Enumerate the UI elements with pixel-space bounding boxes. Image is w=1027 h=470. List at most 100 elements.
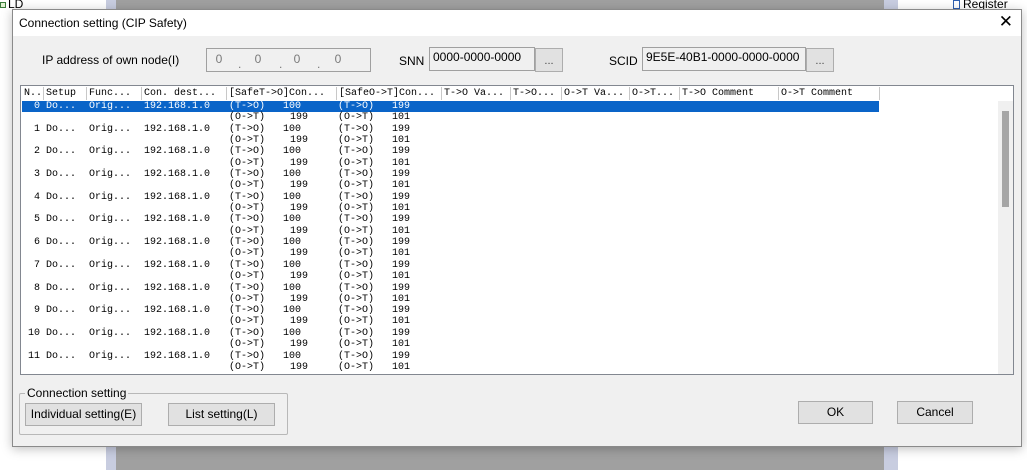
snn-label: SNN xyxy=(399,54,425,68)
snn-browse-button[interactable]: ... xyxy=(535,48,563,72)
table-row[interactable]: 7 Do... Orig... 192.168.1.0 (T->O) 100 (O->T) 1… xyxy=(22,260,1000,283)
cell-dest: 192.168.1.0 xyxy=(144,123,211,135)
cell-dest: 192.168.1.0 xyxy=(144,191,211,203)
cell-b1v: 199 xyxy=(392,282,411,294)
cell-b2v: 101 xyxy=(392,339,411,351)
cell-dest: 192.168.1.0 xyxy=(144,101,211,112)
scid-browse-button[interactable]: ... xyxy=(806,48,834,72)
cell-dest: 192.168.1.0 xyxy=(144,327,211,339)
cell-dest: 192.168.1.0 xyxy=(144,282,211,294)
column-header[interactable]: T->O Va... xyxy=(442,87,511,100)
close-icon[interactable]: ✕ xyxy=(999,12,1013,32)
ip-address-input[interactable]: 0 . 0 . 0 . 0 xyxy=(206,48,371,72)
cell-no: 2 xyxy=(33,146,40,158)
table-row[interactable]: 9 Do... Orig... 192.168.1.0 (T->O) 100 (O->T) 1… xyxy=(22,305,1000,328)
cell-a2: (O->T) xyxy=(229,316,266,328)
cancel-button[interactable]: Cancel xyxy=(897,401,973,424)
cell-no: 7 xyxy=(33,259,40,271)
ip-octet-3[interactable]: 0 xyxy=(287,52,307,66)
cell-b1: (T->O) xyxy=(338,305,375,317)
list-rows[interactable]: 0 Do... Orig... 192.168.1.0 (T->O) 100 (O->T) 1… xyxy=(22,101,1000,374)
table-row[interactable]: 4 Do... Orig... 192.168.1.0 (T->O) 100 (O->T) 1… xyxy=(22,192,1000,215)
cell-a1: (T->O) xyxy=(229,305,266,317)
cell-a1: (T->O) xyxy=(229,237,266,249)
cell-a1v: 100 xyxy=(283,259,302,271)
column-header[interactable]: [SafeT->O]Con... xyxy=(227,87,337,100)
column-header[interactable]: [SafeO->T]Con... xyxy=(337,87,442,100)
cell-b2: (O->T) xyxy=(338,339,375,351)
cell-no: 3 xyxy=(33,169,40,181)
vertical-scrollbar[interactable] xyxy=(998,101,1013,374)
table-row[interactable]: 10 Do... Orig... 192.168.1.0 (T->O) 100 (O->T)… xyxy=(22,328,1000,351)
table-row[interactable]: 3 Do... Orig... 192.168.1.0 (T->O) 100 (O->T) 1… xyxy=(22,169,1000,192)
cell-setup: Do... xyxy=(46,146,77,158)
cell-a2v: 199 xyxy=(290,248,309,260)
scrollbar-thumb[interactable] xyxy=(1002,111,1009,207)
list-header: N.. Setup Func... Con. dest... [SafeT->O]Con… xyxy=(22,87,1013,100)
cell-func: Orig... xyxy=(89,214,132,226)
cell-b2: (O->T) xyxy=(338,271,375,283)
column-header[interactable]: Func... xyxy=(87,87,142,100)
list-setting-button[interactable]: List setting(L) xyxy=(168,403,275,426)
cell-no: 9 xyxy=(33,305,40,317)
table-row[interactable]: 2 Do... Orig... 192.168.1.0 (T->O) 100 (O->T) 1… xyxy=(22,146,1000,169)
cell-setup: Do... xyxy=(46,191,77,203)
ld-node-icon xyxy=(0,2,6,8)
table-row[interactable]: 5 Do... Orig... 192.168.1.0 (T->O) 100 (O->T) 1… xyxy=(22,214,1000,237)
cell-no: 8 xyxy=(33,282,40,294)
cell-b2: (O->T) xyxy=(338,225,375,237)
column-header[interactable]: T->O Comment xyxy=(680,87,779,100)
column-header[interactable]: Con. dest... xyxy=(142,87,227,100)
cell-a2: (O->T) xyxy=(229,225,266,237)
cell-b2v: 101 xyxy=(392,225,411,237)
cell-b2v: 101 xyxy=(392,361,411,373)
dialog-titlebar[interactable]: Connection setting (CIP Safety) ✕ xyxy=(13,10,1021,36)
cell-func: Orig... xyxy=(89,101,132,112)
ok-button[interactable]: OK xyxy=(798,401,873,424)
column-header[interactable]: O->T Comment xyxy=(779,87,880,100)
cell-setup: Do... xyxy=(46,101,77,112)
table-row[interactable]: 11 Do... Orig... 192.168.1.0 (T->O) 100 (O->T)… xyxy=(22,351,1000,374)
cell-a2: (O->T) xyxy=(229,293,266,305)
cell-a2v: 199 xyxy=(290,271,309,283)
ip-octet-2[interactable]: 0 xyxy=(248,52,268,66)
cell-func: Orig... xyxy=(89,169,132,181)
ip-address-label: IP address of own node(I) xyxy=(42,53,180,67)
cell-b1: (T->O) xyxy=(338,350,375,362)
cell-func: Orig... xyxy=(89,191,132,203)
ip-octet-1[interactable]: 0 xyxy=(209,52,229,66)
connection-list[interactable]: N.. Setup Func... Con. dest... [SafeT->O]Con… xyxy=(20,85,1014,375)
column-header[interactable]: Setup xyxy=(44,87,87,100)
ip-octet-4[interactable]: 0 xyxy=(328,52,348,66)
cell-b2v: 101 xyxy=(392,112,411,124)
ip-dot: . xyxy=(317,57,321,71)
cell-a2v: 199 xyxy=(290,361,309,373)
column-header[interactable]: O->T Va... xyxy=(562,87,630,100)
table-row[interactable]: 0 Do... Orig... 192.168.1.0 (T->O) 100 (O->T) 1… xyxy=(22,101,1000,124)
cell-b1: (T->O) xyxy=(338,101,375,112)
cell-a2v: 199 xyxy=(290,112,309,124)
cell-b1v: 199 xyxy=(392,101,411,112)
table-row[interactable]: 6 Do... Orig... 192.168.1.0 (T->O) 100 (O->T) 1… xyxy=(22,237,1000,260)
cell-b1: (T->O) xyxy=(338,237,375,249)
cell-dest: 192.168.1.0 xyxy=(144,169,211,181)
connection-setting-legend: Connection setting xyxy=(25,386,129,400)
column-header[interactable]: N.. xyxy=(22,87,44,100)
table-row[interactable]: 1 Do... Orig... 192.168.1.0 (T->O) 100 (O->T) 1… xyxy=(22,124,1000,147)
individual-setting-button[interactable]: Individual setting(E) xyxy=(25,403,142,426)
ip-dot: . xyxy=(279,57,283,71)
cell-a1: (T->O) xyxy=(229,327,266,339)
cell-a1v: 100 xyxy=(283,327,302,339)
cell-a1v: 100 xyxy=(283,350,302,362)
cell-setup: Do... xyxy=(46,259,77,271)
column-header[interactable]: O->T... xyxy=(630,87,680,100)
cell-b2v: 101 xyxy=(392,293,411,305)
cell-a1v: 100 xyxy=(283,282,302,294)
cell-b2: (O->T) xyxy=(338,248,375,260)
table-row[interactable]: 8 Do... Orig... 192.168.1.0 (T->O) 100 (O->T) 1… xyxy=(22,283,1000,306)
cell-b1: (T->O) xyxy=(338,123,375,135)
cell-setup: Do... xyxy=(46,169,77,181)
cell-b1v: 199 xyxy=(392,214,411,226)
column-header[interactable]: T->O... xyxy=(511,87,562,100)
cell-b2: (O->T) xyxy=(338,203,375,215)
